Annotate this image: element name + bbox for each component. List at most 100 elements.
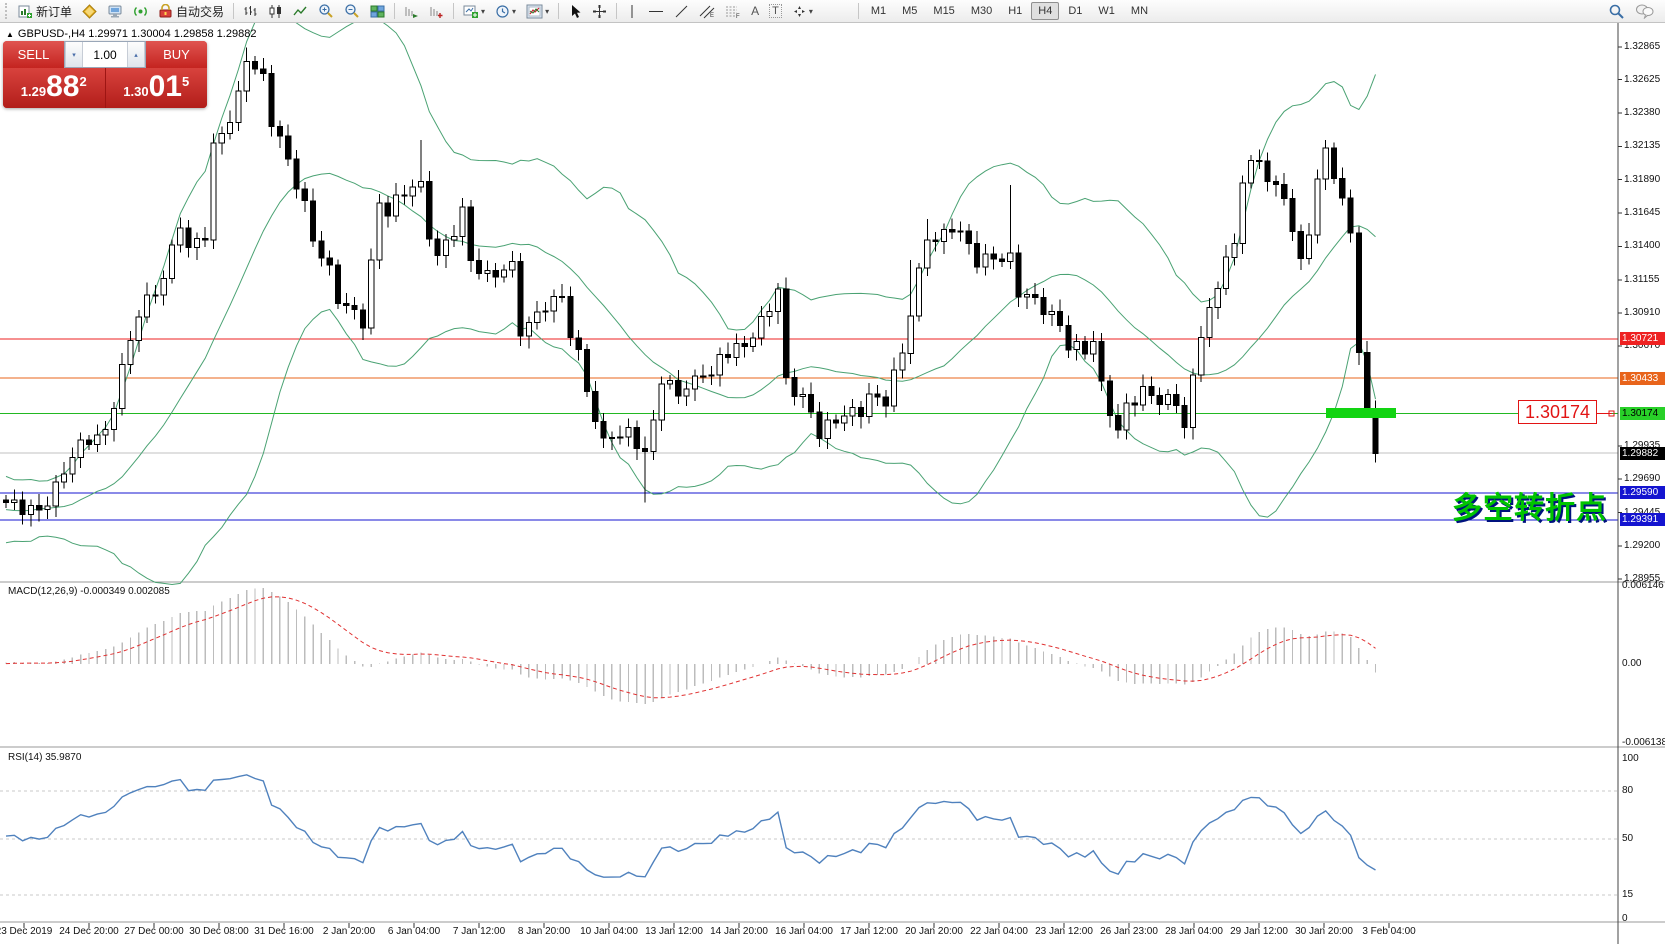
buy-price-big: 01 [149, 70, 182, 104]
search-button[interactable] [1604, 0, 1629, 22]
sell-price-small: 1.29 [21, 84, 46, 99]
chat-bubbles-icon [1635, 3, 1654, 19]
lot-decrease-button[interactable]: ▾ [65, 42, 83, 67]
macd-label: MACD(12,26,9) -0.000349 0.002085 [8, 586, 170, 597]
fibonacci-button[interactable]: F [721, 0, 745, 22]
cursor-button[interactable] [564, 0, 586, 22]
price-axis-tick: 1.32380 [1624, 107, 1665, 119]
price-axis-tick: 1.31400 [1624, 240, 1665, 252]
toolbar: 新订单 [0, 0, 1665, 23]
autotrading-icon [158, 4, 173, 19]
indicators-button[interactable]: ▾ [522, 0, 553, 22]
auto-scroll-icon [404, 4, 419, 19]
equidistant-channel-icon: E [699, 4, 715, 19]
history-center-button[interactable] [78, 0, 101, 22]
horizontal-line-button[interactable] [644, 0, 668, 22]
price-axis-tick: 1.32135 [1624, 140, 1665, 152]
price-axis-marker: 1.30721 [1620, 332, 1665, 345]
zoom-out-icon [344, 3, 360, 19]
toolbar-separator [233, 3, 234, 19]
rsi-axis-tick: 0 [1622, 913, 1628, 925]
profiles-button[interactable]: ▾ [491, 0, 520, 22]
toolbar-separator [616, 3, 617, 19]
line-chart-icon [293, 4, 308, 19]
candlestick-chart-button[interactable] [264, 0, 287, 22]
new-order-icon [18, 4, 33, 19]
tile-windows-icon [370, 4, 385, 19]
tile-windows-button[interactable] [366, 0, 389, 22]
label-tool-button[interactable]: T [765, 0, 786, 22]
mt4-window: 新订单 [0, 0, 1665, 944]
new-chart-icon [463, 4, 479, 19]
trendline-button[interactable] [670, 0, 693, 22]
vertical-line-icon [626, 4, 638, 19]
macd-axis-max: 0.006146 [1622, 580, 1664, 592]
autotrading-button[interactable]: 自动交易 [154, 0, 228, 22]
timeframe-m5[interactable]: M5 [895, 2, 924, 20]
line-chart-button[interactable] [289, 0, 312, 22]
macd-axis-min: -0.006138 [1622, 737, 1665, 749]
price-axis-marker: 1.29882 [1620, 447, 1665, 460]
chart-area[interactable]: ▲GBPUSD-,H4 1.29971 1.30004 1.29858 1.29… [0, 23, 1665, 944]
new-chart-button[interactable]: ▾ [459, 0, 489, 22]
buy-price-display[interactable]: 1.30015 [106, 68, 208, 108]
price-callout-box[interactable]: 1.30174 [1518, 400, 1597, 424]
chat-button[interactable] [1631, 0, 1658, 22]
arrows-tool-button[interactable]: ▾ [788, 0, 817, 22]
zoom-in-button[interactable] [314, 0, 338, 22]
crosshair-icon [592, 4, 607, 19]
price-axis-marker: 1.30174 [1620, 407, 1665, 420]
bar-chart-button[interactable] [239, 0, 262, 22]
chart-shift-button[interactable] [425, 0, 448, 22]
price-axis-tick: 1.31155 [1624, 274, 1665, 286]
svg-text:E: E [710, 13, 714, 19]
lot-size-input[interactable] [83, 42, 127, 67]
price-axis-tick: 1.30910 [1624, 307, 1665, 319]
auto-scroll-button[interactable] [400, 0, 423, 22]
rsi-axis-tick: 100 [1622, 753, 1639, 765]
indicators-icon [526, 4, 543, 19]
bar-chart-icon [243, 4, 258, 19]
crosshair-button[interactable] [588, 0, 611, 22]
collapse-arrow-icon[interactable]: ▲ [6, 30, 14, 39]
sell-price-big: 88 [46, 70, 79, 104]
timeframe-h1[interactable]: H1 [1001, 2, 1029, 20]
zoom-out-button[interactable] [340, 0, 364, 22]
signals-icon [133, 4, 148, 19]
timeframe-m30[interactable]: M30 [964, 2, 999, 20]
chart-shift-icon [429, 4, 444, 19]
timeframe-m15[interactable]: M15 [926, 2, 961, 20]
timeframe-mn[interactable]: MN [1124, 2, 1155, 20]
price-axis-marker: 1.29391 [1620, 513, 1665, 526]
buy-button[interactable]: BUY [146, 41, 207, 68]
new-order-label: 新订单 [36, 3, 72, 20]
virtual-hosting-button[interactable] [103, 0, 127, 22]
trendline-icon [674, 4, 689, 19]
price-axis-marker: 1.30433 [1620, 372, 1665, 385]
one-click-trading-panel: SELL ▾ ▴ BUY 1.29882 1.30015 [3, 41, 207, 108]
sell-button[interactable]: SELL [3, 41, 64, 68]
clock-icon [495, 4, 510, 19]
lot-increase-button[interactable]: ▴ [127, 42, 145, 67]
fibonacci-icon: F [725, 4, 741, 19]
new-order-button[interactable]: 新订单 [14, 0, 76, 22]
timeframe-toolbar: M1M5M15M30H1H4D1W1MN [863, 2, 1156, 20]
vertical-line-button[interactable] [622, 0, 642, 22]
timeframe-h4[interactable]: H4 [1031, 2, 1059, 20]
price-axis-tick: 1.32625 [1624, 74, 1665, 86]
chart-canvas[interactable] [0, 23, 1665, 944]
timeframe-m1[interactable]: M1 [864, 2, 893, 20]
timeframe-d1[interactable]: D1 [1061, 2, 1089, 20]
pivot-annotation[interactable]: 多空转折点 [1452, 483, 1607, 527]
sell-price-display[interactable]: 1.29882 [3, 68, 106, 108]
timeframe-w1[interactable]: W1 [1091, 2, 1122, 20]
channel-button[interactable]: E [695, 0, 719, 22]
chart-title: ▲GBPUSD-,H4 1.29971 1.30004 1.29858 1.29… [6, 28, 256, 40]
price-axis-marker: 1.29590 [1620, 486, 1665, 499]
zoom-in-icon [318, 3, 334, 19]
text-tool-button[interactable]: A [747, 0, 763, 22]
toolbar-grip [5, 3, 10, 19]
toolbar-separator [558, 3, 559, 19]
arrows-tool-icon [792, 4, 807, 19]
signals-button[interactable] [129, 0, 152, 22]
